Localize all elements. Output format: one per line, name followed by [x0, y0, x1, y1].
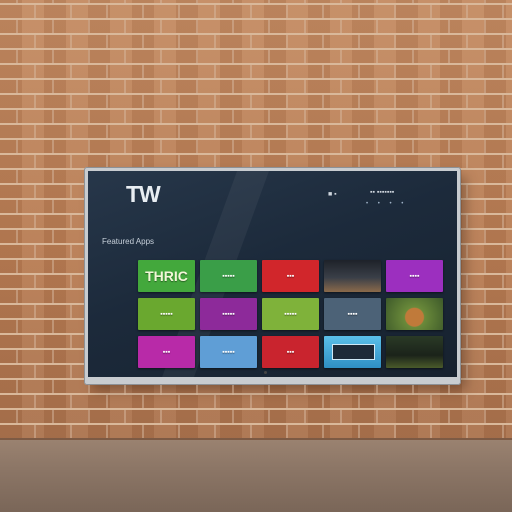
app-tile-3[interactable]: ▪▪▪ — [262, 260, 319, 292]
tile-label: ▪▪▪▪▪ — [222, 310, 235, 318]
app-tile-2[interactable]: ▪▪▪▪▪ — [200, 260, 257, 292]
page-dots: • • • • — [366, 201, 408, 207]
tile-label: THRIC — [145, 268, 188, 284]
wall-mounted-tv: TW ■ ▪ ▪▪ ▪▪▪▪▪▪▪ • • • • Featured Apps … — [84, 167, 461, 385]
tile-label: ▪▪▪▪▪ — [160, 310, 173, 318]
app-tile-9[interactable]: ▪▪▪▪ — [324, 298, 381, 330]
app-tile-1[interactable]: THRIC — [138, 260, 195, 292]
app-tile-4[interactable] — [324, 260, 381, 292]
app-tile-5[interactable]: ▪▪▪▪ — [386, 260, 443, 292]
tile-label: ▪▪▪ — [162, 348, 171, 356]
tv-logo: TW — [126, 181, 161, 207]
status-icons-left: ■ ▪ — [328, 191, 337, 198]
tile-label: ▪▪▪▪▪ — [222, 348, 235, 356]
floor — [0, 440, 512, 512]
app-tile-7[interactable]: ▪▪▪▪▪ — [200, 298, 257, 330]
tile-inner-screen — [332, 344, 375, 360]
app-tile-14[interactable] — [324, 336, 381, 368]
tile-label: ▪▪▪▪ — [409, 272, 420, 280]
tile-label: ▪▪▪ — [286, 348, 295, 356]
status-text: ▪▪ ▪▪▪▪▪▪▪ — [370, 189, 395, 196]
tile-label: ▪▪▪▪▪ — [284, 310, 297, 318]
app-tile-13[interactable]: ▪▪▪ — [262, 336, 319, 368]
power-indicator — [264, 371, 267, 374]
tv-screen: TW ■ ▪ ▪▪ ▪▪▪▪▪▪▪ • • • • Featured Apps … — [88, 171, 457, 377]
app-tile-grid: THRIC ▪▪▪▪▪ ▪▪▪ ▪▪▪▪ ▪▪▪▪▪ ▪▪▪▪▪ ▪▪▪▪▪ ▪▪▪▪ ▪▪▪ ▪… — [138, 260, 448, 368]
app-tile-15[interactable] — [386, 336, 443, 368]
app-tile-11[interactable]: ▪▪▪ — [138, 336, 195, 368]
row-label: Featured Apps — [102, 237, 155, 246]
app-tile-8[interactable]: ▪▪▪▪▪ — [262, 298, 319, 330]
tile-label: ▪▪▪ — [286, 272, 295, 280]
app-tile-12[interactable]: ▪▪▪▪▪ — [200, 336, 257, 368]
tile-label: ▪▪▪▪ — [347, 310, 358, 318]
tile-label: ▪▪▪▪▪ — [222, 272, 235, 280]
app-tile-6[interactable]: ▪▪▪▪▪ — [138, 298, 195, 330]
app-tile-10[interactable] — [386, 298, 443, 330]
